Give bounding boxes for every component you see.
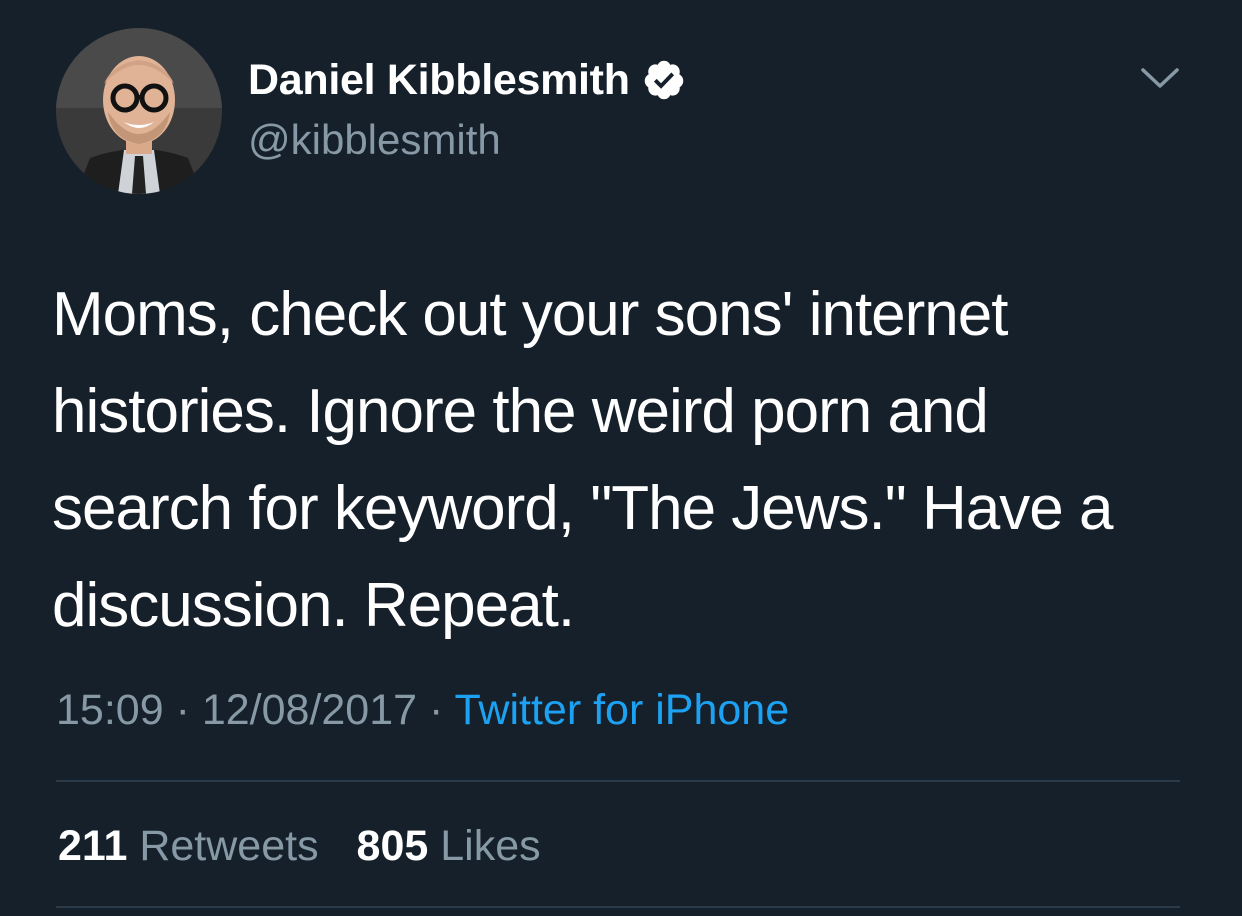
tweet-date[interactable]: 12/08/2017 [202, 686, 417, 734]
tweet-text: Moms, check out your sons' internet hist… [52, 266, 1202, 654]
tweet-card: Daniel Kibblesmith @kibblesmith Moms, ch… [0, 0, 1242, 916]
meta-separator: · [429, 686, 444, 734]
author-handle[interactable]: @kibblesmith [248, 116, 501, 164]
profile-photo-icon [56, 28, 222, 194]
likes-count: 805 [356, 822, 429, 870]
tweet-text-line: Moms, check out your sons' internet [52, 280, 1009, 349]
likes-label: Likes [440, 822, 541, 870]
avatar[interactable] [56, 28, 222, 194]
divider [56, 780, 1180, 782]
retweets-count: 211 [58, 822, 128, 870]
verified-badge-icon [644, 60, 683, 100]
tweet-text-line: discussion. Repeat. [52, 571, 575, 640]
tweet-text-line: histories. Ignore the weird porn and [52, 377, 989, 446]
tweet-source-link[interactable]: Twitter for iPhone [455, 686, 790, 734]
author-name-row[interactable]: Daniel Kibblesmith [248, 52, 686, 108]
tweet-meta: 15:09 · 12/08/2017 · Twitter for iPhone [56, 686, 789, 735]
likes-stat[interactable]: 805 Likes [357, 822, 541, 870]
chevron-down-icon[interactable] [1137, 62, 1183, 92]
meta-separator: · [175, 686, 190, 734]
retweets-stat[interactable]: 211 Retweets [58, 822, 319, 870]
tweet-text-line: search for keyword, "The Jews." Have a [52, 474, 1113, 543]
tweet-time[interactable]: 15:09 [56, 686, 164, 734]
divider [56, 906, 1180, 908]
author-display-name[interactable]: Daniel Kibblesmith [248, 56, 630, 105]
tweet-stats: 211 Retweets 805 Likes [58, 822, 567, 871]
retweets-label: Retweets [139, 822, 319, 870]
